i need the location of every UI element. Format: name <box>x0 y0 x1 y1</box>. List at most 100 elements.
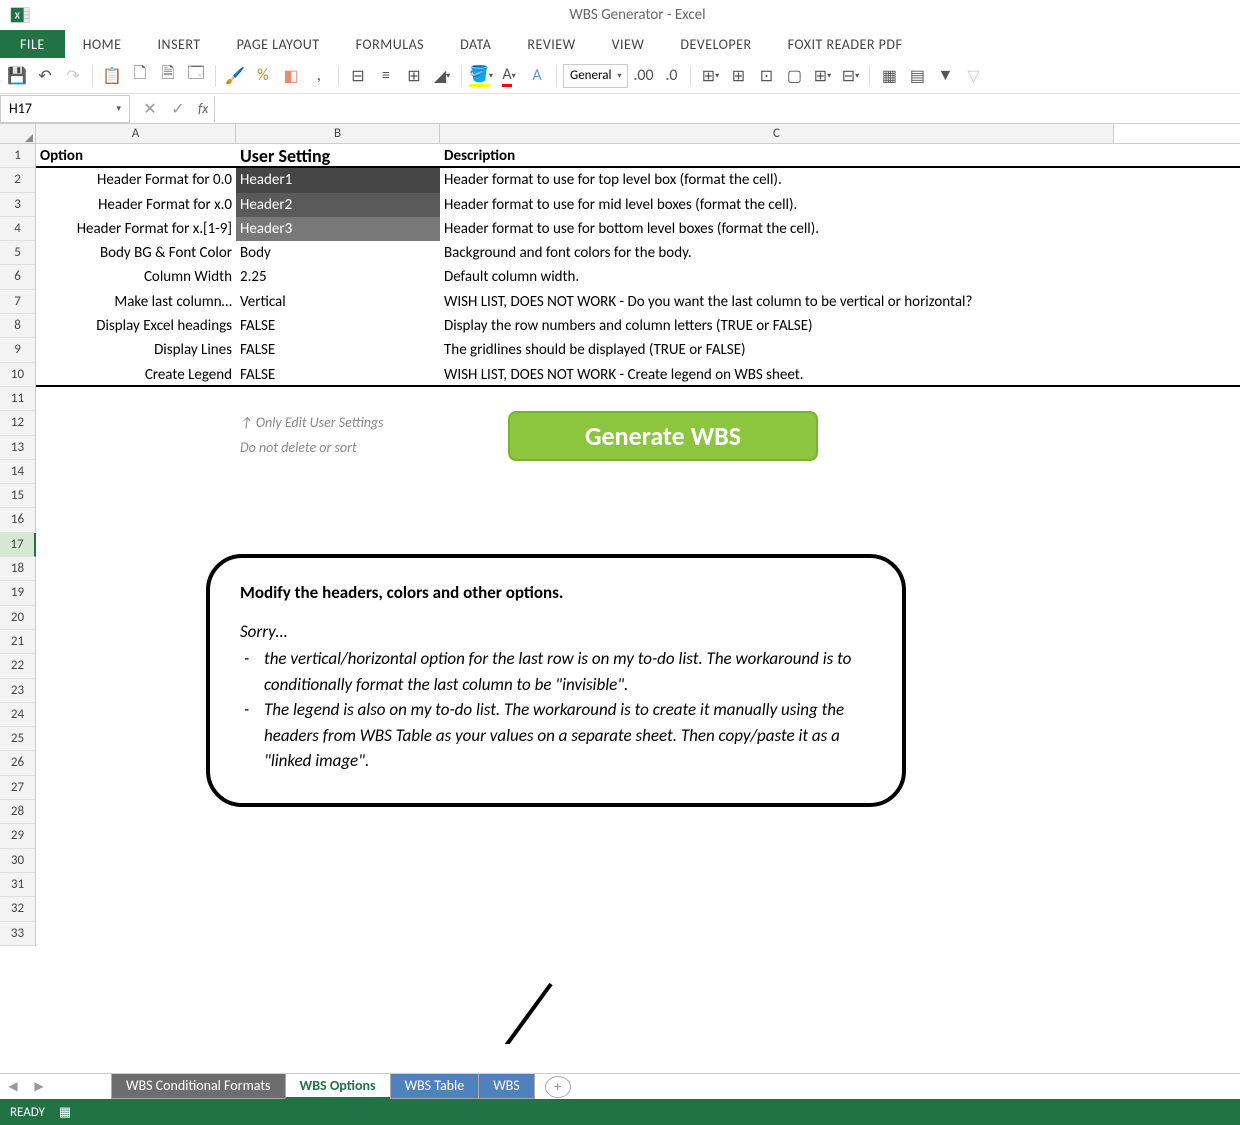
table-row[interactable] <box>36 387 1240 411</box>
number-format-dropdown[interactable]: General▾ <box>563 64 628 88</box>
row-header[interactable]: 25 <box>0 727 36 751</box>
table-row[interactable] <box>36 873 1240 897</box>
border-all-icon[interactable]: ⊞ <box>725 63 751 89</box>
font-color-icon[interactable]: A▾ <box>496 63 522 89</box>
row-header[interactable]: 14 <box>0 460 36 484</box>
row-header[interactable]: 7 <box>0 290 36 314</box>
description-cell[interactable]: Header format to use for bottom level bo… <box>440 217 1114 241</box>
conditional-format-icon[interactable]: ⊞▾ <box>697 63 723 89</box>
generate-wbs-button[interactable]: Generate WBS <box>508 411 818 461</box>
row-header[interactable]: 23 <box>0 679 36 703</box>
delete-cells-icon[interactable]: ⊟▾ <box>837 63 863 89</box>
row-header[interactable]: 29 <box>0 824 36 848</box>
option-cell[interactable]: Make last column… <box>36 290 236 314</box>
orientation-icon[interactable]: ◢▾ <box>429 63 455 89</box>
row-header[interactable]: 31 <box>0 873 36 897</box>
user-setting-cell[interactable]: Header2 <box>236 193 440 217</box>
table-row[interactable] <box>36 849 1240 873</box>
row-header[interactable]: 21 <box>0 630 36 654</box>
row-header[interactable]: 10 <box>0 363 36 387</box>
row-header[interactable]: 33 <box>0 922 36 946</box>
header-user-setting[interactable]: User Setting <box>236 144 440 166</box>
filter-icon[interactable]: ▼ <box>932 63 958 89</box>
border-outside-icon[interactable]: ▢ <box>781 63 807 89</box>
table-row[interactable]: Header Format for x.0Header2Header forma… <box>36 193 1240 217</box>
row-header[interactable]: 32 <box>0 897 36 921</box>
new-file-icon[interactable]: 🗋 <box>127 63 153 89</box>
col-header-A[interactable]: A <box>36 124 236 143</box>
description-cell[interactable]: Display the row numbers and column lette… <box>440 314 1114 338</box>
option-cell[interactable]: Header Format for x.0 <box>36 193 236 217</box>
name-box[interactable]: H17 ▾ <box>0 95 130 123</box>
table-row[interactable] <box>36 824 1240 848</box>
table-row[interactable]: Header Format for x.[1-9]Header3Header f… <box>36 217 1240 241</box>
fx-label[interactable]: fx <box>198 100 208 117</box>
description-cell[interactable]: Default column width. <box>440 265 1114 289</box>
ribbon-tab-home[interactable]: HOME <box>65 30 140 58</box>
align-icon[interactable]: ⊞ <box>401 63 427 89</box>
ribbon-tab-view[interactable]: VIEW <box>594 30 663 58</box>
border-none-icon[interactable]: ⊡ <box>753 63 779 89</box>
header-option[interactable]: Option <box>36 144 236 166</box>
row-header[interactable]: 16 <box>0 508 36 532</box>
row-header[interactable]: 28 <box>0 800 36 824</box>
user-setting-cell[interactable]: FALSE <box>236 363 440 385</box>
col-header-C[interactable]: C <box>440 124 1114 143</box>
option-cell[interactable]: Display Lines <box>36 338 236 362</box>
row-header[interactable]: 4 <box>0 217 36 241</box>
description-cell[interactable]: Header format to use for top level box (… <box>440 168 1114 192</box>
decrease-decimal-icon[interactable]: .0 <box>658 63 684 89</box>
sheet-nav-next-icon[interactable]: ▶ <box>26 1079 52 1094</box>
sheet-tab[interactable]: WBS Conditional Formats <box>111 1074 286 1099</box>
row-header[interactable]: 3 <box>0 193 36 217</box>
row-header[interactable]: 24 <box>0 703 36 727</box>
row-header[interactable]: 22 <box>0 654 36 678</box>
table-row[interactable]: Create LegendFALSEWISH LIST, DOES NOT WO… <box>36 363 1240 387</box>
format-painter-icon[interactable]: 🖌️ <box>222 63 248 89</box>
sheet-tab[interactable]: WBS <box>478 1074 535 1099</box>
row-header[interactable]: 2 <box>0 168 36 192</box>
paste-icon[interactable]: 📋 <box>99 63 125 89</box>
option-cell[interactable]: Header Format for x.[1-9] <box>36 217 236 241</box>
clear-format-icon[interactable]: A <box>524 63 550 89</box>
wrap-text-icon[interactable]: ≡ <box>373 63 399 89</box>
enter-formula-icon[interactable]: ✓ <box>164 96 192 122</box>
table-row[interactable] <box>36 508 1240 532</box>
row-header[interactable]: 15 <box>0 484 36 508</box>
add-sheet-button[interactable]: + <box>545 1076 571 1098</box>
table-row[interactable] <box>36 460 1240 484</box>
row-header[interactable]: 9 <box>0 338 36 362</box>
comma-icon[interactable]: , <box>306 63 332 89</box>
merge-icon[interactable]: ⊟ <box>345 63 371 89</box>
ribbon-tab-foxit[interactable]: FOXIT READER PDF <box>770 30 921 58</box>
description-cell[interactable]: The gridlines should be displayed (TRUE … <box>440 338 1114 362</box>
description-cell[interactable]: Header format to use for mid level boxes… <box>440 193 1114 217</box>
ribbon-tab-review[interactable]: REVIEW <box>509 30 593 58</box>
macro-record-icon[interactable]: ▦ <box>59 1105 71 1120</box>
row-header[interactable]: 20 <box>0 606 36 630</box>
row-header[interactable]: 13 <box>0 436 36 460</box>
ribbon-tab-formulas[interactable]: FORMULAS <box>338 30 443 58</box>
table-row[interactable]: Header Format for 0.0Header1Header forma… <box>36 168 1240 192</box>
table-row[interactable]: Display LinesFALSEThe gridlines should b… <box>36 338 1240 362</box>
option-cell[interactable]: Column Width <box>36 265 236 289</box>
table-row[interactable]: Make last column…VerticalWISH LIST, DOES… <box>36 290 1240 314</box>
user-setting-cell[interactable]: Header3 <box>236 217 440 241</box>
clear-filter-icon[interactable]: ▽ <box>960 63 986 89</box>
table-row[interactable] <box>36 484 1240 508</box>
row-header[interactable]: 5 <box>0 241 36 265</box>
user-setting-cell[interactable]: 2.25 <box>236 265 440 289</box>
user-setting-cell[interactable]: Vertical <box>236 290 440 314</box>
freeze-panes-icon[interactable]: ▦ <box>876 63 902 89</box>
description-cell[interactable]: WISH LIST, DOES NOT WORK - Create legend… <box>440 363 1114 385</box>
increase-decimal-icon[interactable]: .00 <box>630 63 656 89</box>
col-header-B[interactable]: B <box>236 124 440 143</box>
row-header[interactable]: 26 <box>0 751 36 775</box>
option-cell[interactable]: Display Excel headings <box>36 314 236 338</box>
fill-color-icon[interactable]: 🪣▾ <box>468 63 494 89</box>
ribbon-tab-file[interactable]: FILE <box>0 30 65 58</box>
ribbon-tab-developer[interactable]: DEVELOPER <box>662 30 769 58</box>
redo-icon[interactable]: ↷ <box>60 63 86 89</box>
table-row[interactable] <box>36 922 1240 946</box>
table-row[interactable]: Column Width2.25Default column width. <box>36 265 1240 289</box>
